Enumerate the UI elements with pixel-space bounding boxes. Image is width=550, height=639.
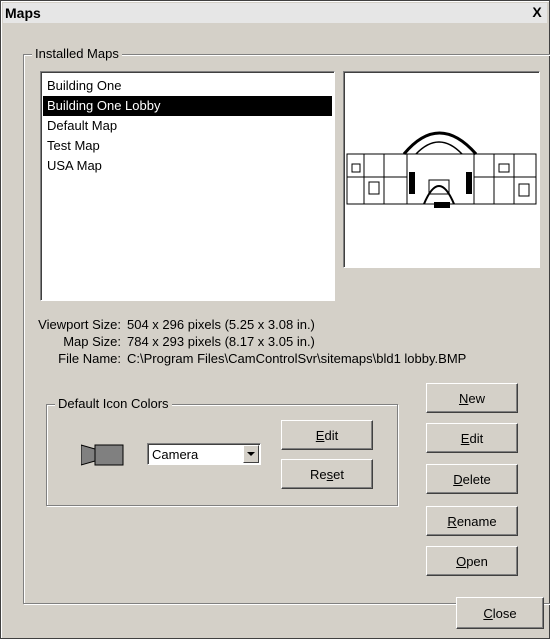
window-title: Maps [5,5,41,21]
chevron-down-icon[interactable] [243,445,259,463]
file-name-label: File Name: [58,351,121,366]
map-size-row: Map Size: 784 x 293 pixels (8.17 x 3.05 … [1,334,521,352]
viewport-size-value: 504 x 296 pixels (5.25 x 3.08 in.) [127,317,315,332]
title-bar: Maps X [3,3,547,23]
map-size-label: Map Size: [63,334,121,349]
icon-type-select-value: Camera [152,447,199,462]
list-item[interactable]: Test Map [43,136,332,156]
close-button[interactable]: Close [456,597,544,629]
list-item[interactable]: USA Map [43,156,332,176]
file-name-row: File Name: C:\Program Files\CamControlSv… [1,351,541,369]
delete-map-button[interactable]: Delete [426,464,518,494]
installed-maps-legend: Installed Maps [32,46,122,61]
maps-listbox[interactable]: Building One Building One Lobby Default … [40,71,335,301]
default-icon-colors-legend: Default Icon Colors [55,396,172,411]
list-item-selected[interactable]: Building One Lobby [43,96,332,116]
new-map-button[interactable]: New [426,383,518,413]
close-window-button[interactable]: X [529,4,545,20]
floorplan-preview-icon [346,131,537,208]
camera-icon [81,444,124,466]
viewport-size-row: Viewport Size: 504 x 296 pixels (5.25 x … [1,317,521,335]
list-item[interactable]: Building One [43,76,332,96]
icon-color-reset-button[interactable]: Reset [281,459,373,489]
file-name-value: C:\Program Files\CamControlSvr\sitemaps\… [127,351,467,366]
open-map-button[interactable]: Open [426,546,518,576]
edit-map-button[interactable]: Edit [426,423,518,453]
viewport-size-label: Viewport Size: [38,317,121,332]
map-size-value: 784 x 293 pixels (8.17 x 3.05 in.) [127,334,315,349]
map-preview [343,71,540,268]
maps-dialog: Maps X Installed Maps Building One Build… [0,0,550,639]
list-item[interactable]: Default Map [43,116,332,136]
icon-color-edit-button[interactable]: Edit [281,420,373,450]
icon-type-select[interactable]: Camera [147,443,261,465]
rename-map-button[interactable]: Rename [426,506,518,536]
